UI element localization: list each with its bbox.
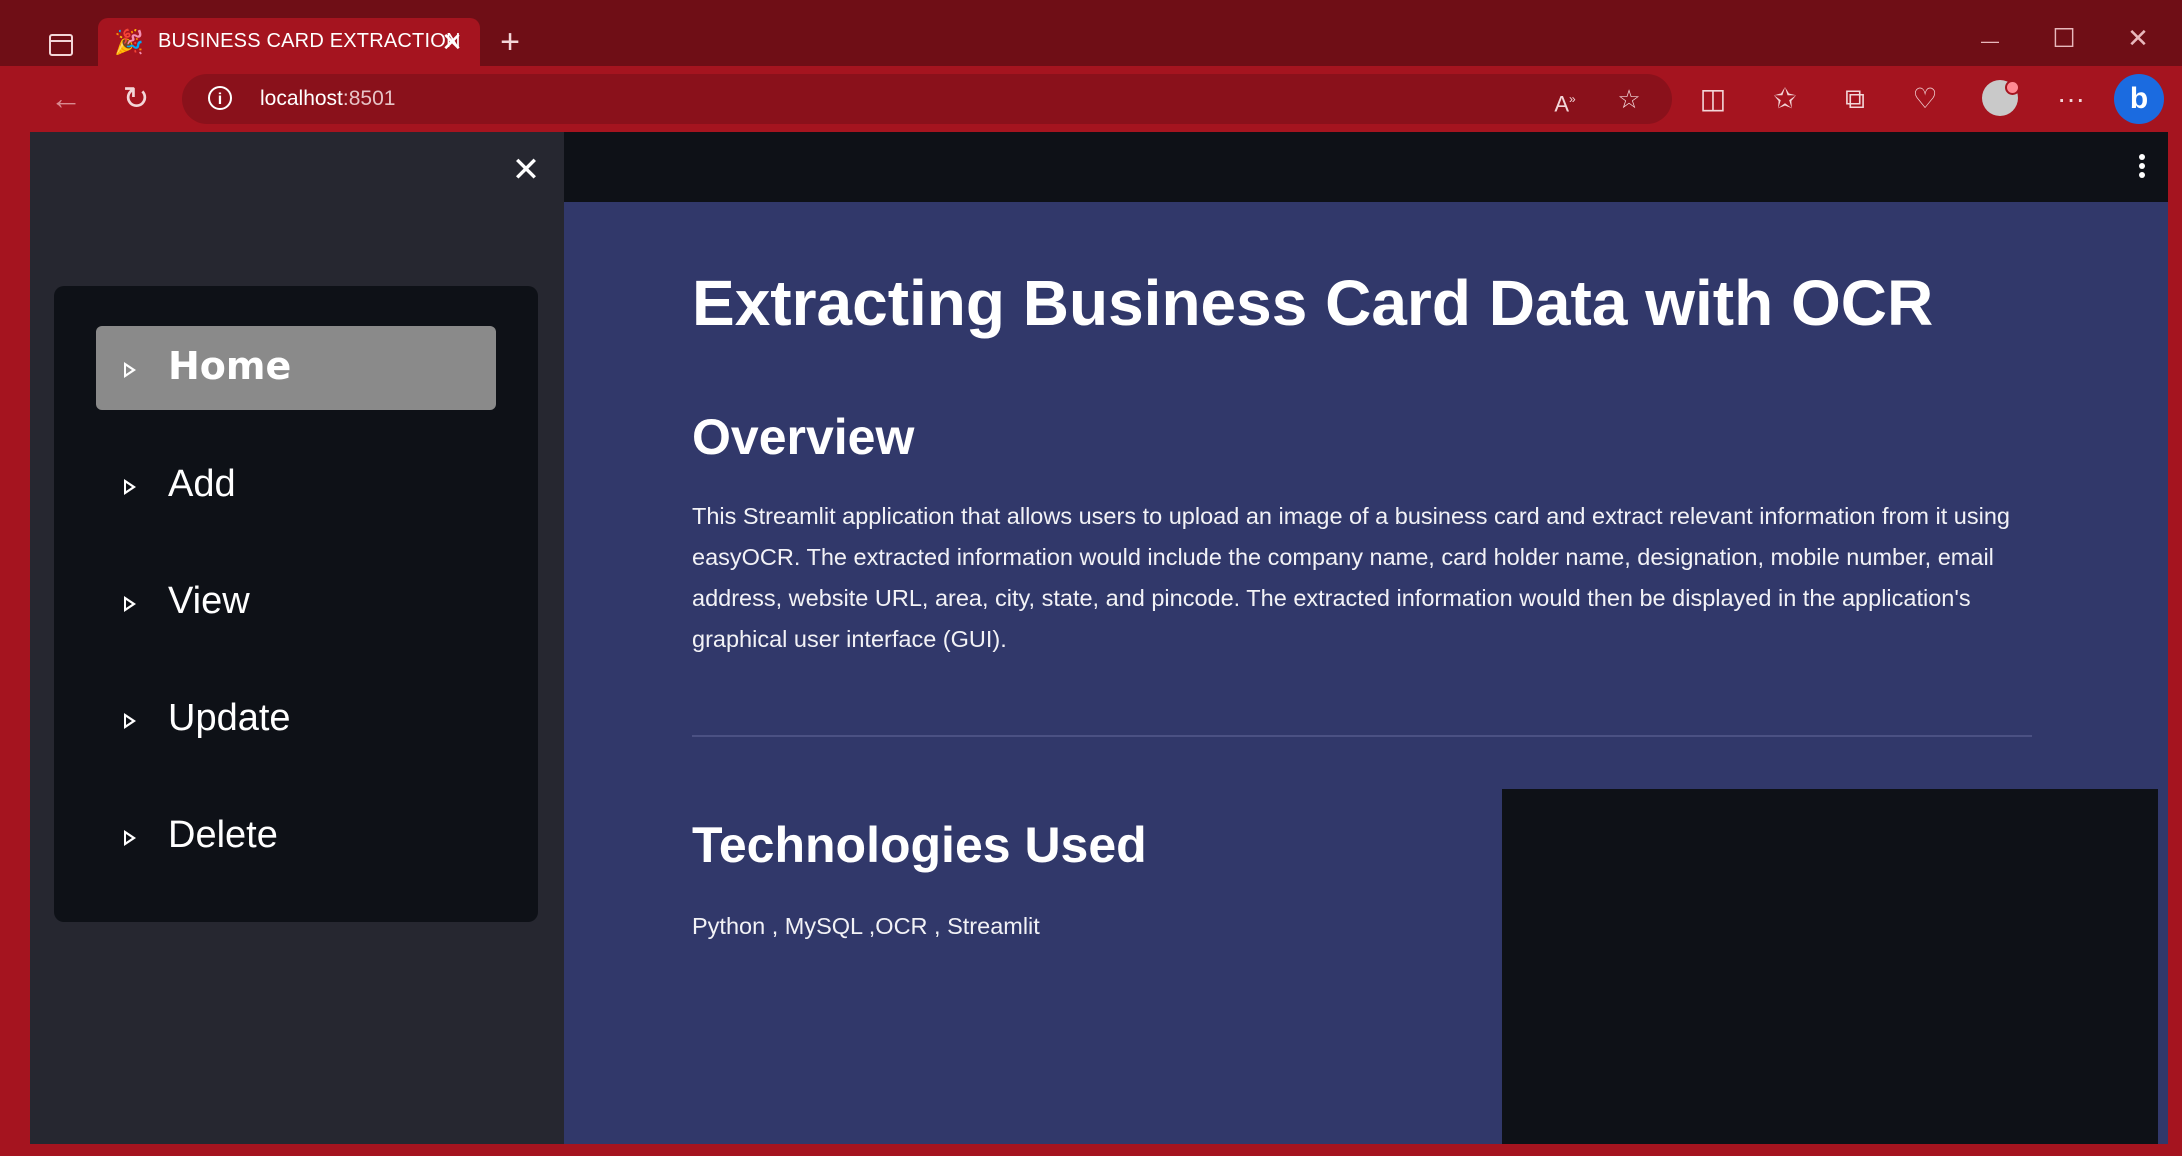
menu-item-add[interactable]: Add bbox=[96, 443, 496, 527]
notification-dot bbox=[2005, 80, 2020, 95]
favorite-star-icon[interactable]: ☆ bbox=[1610, 80, 1648, 118]
page-title: Extracting Business Card Data with OCR bbox=[692, 267, 1934, 339]
more-options-icon[interactable]: ··· bbox=[2048, 76, 2094, 122]
title-bar: 🎉 BUSINESS CARD EXTRACTION ✕ + — ☐ ✕ bbox=[0, 0, 2182, 66]
menu-item-label: Update bbox=[168, 697, 291, 739]
app-header bbox=[564, 132, 2168, 202]
browser-essentials-icon[interactable]: ♡ bbox=[1902, 76, 1948, 122]
play-icon bbox=[124, 479, 136, 495]
option-menu: Home Add View Update Delete bbox=[54, 286, 538, 922]
play-icon bbox=[124, 830, 136, 846]
maximize-button[interactable]: ☐ bbox=[2034, 18, 2094, 58]
split-screen-icon[interactable]: ◫ bbox=[1690, 76, 1736, 122]
sidebar: ✕ Home Add View Update Delete bbox=[30, 132, 564, 1144]
refresh-icon: ↻ bbox=[122, 80, 150, 116]
arrow-left-icon: ← bbox=[50, 80, 82, 116]
main-menu-button[interactable] bbox=[2130, 152, 2154, 184]
collections-icon[interactable]: ⧉ bbox=[1832, 76, 1878, 122]
menu-item-update[interactable]: Update bbox=[96, 677, 496, 761]
tab-favicon-icon: 🎉 bbox=[114, 29, 144, 56]
tab-actions-icon bbox=[49, 34, 73, 56]
minimize-button[interactable]: — bbox=[1960, 18, 2020, 58]
profile-avatar[interactable] bbox=[1982, 80, 2020, 116]
menu-item-view[interactable]: View bbox=[96, 560, 496, 644]
menu-item-label: Add bbox=[168, 463, 236, 505]
menu-item-label: Home bbox=[168, 344, 292, 388]
menu-item-label: Delete bbox=[168, 814, 278, 856]
tab-actions-button[interactable] bbox=[40, 26, 80, 62]
kebab-dot bbox=[2139, 163, 2145, 169]
browser-toolbar: ← ↻ i localhost:8501 A» ☆ ◫ ✩ ⧉ ♡ ··· b bbox=[0, 66, 2182, 132]
close-icon: ✕ bbox=[2127, 23, 2149, 53]
overview-text: This Streamlit application that allows u… bbox=[692, 503, 2010, 652]
minimize-icon: — bbox=[1981, 31, 1999, 51]
back-button[interactable]: ← bbox=[44, 76, 88, 120]
url-text[interactable]: localhost:8501 bbox=[260, 87, 395, 111]
play-icon bbox=[124, 362, 136, 378]
bing-copilot-icon[interactable]: b bbox=[2114, 74, 2164, 124]
play-icon bbox=[124, 596, 136, 612]
play-icon bbox=[124, 713, 136, 729]
browser-tab[interactable]: 🎉 BUSINESS CARD EXTRACTION ✕ bbox=[98, 18, 480, 66]
url-port: :8501 bbox=[342, 87, 396, 110]
kebab-dot bbox=[2139, 172, 2145, 178]
url-host: localhost bbox=[260, 87, 343, 110]
menu-item-label: View bbox=[168, 580, 250, 622]
favorites-icon[interactable]: ✩ bbox=[1762, 76, 1808, 122]
technologies-heading: Technologies Used bbox=[692, 817, 1147, 873]
page-viewport: ✕ Home Add View Update Delete Extracting… bbox=[30, 132, 2168, 1144]
technologies-text: Python , MySQL ,OCR , Streamlit bbox=[692, 913, 1040, 939]
close-window-button[interactable]: ✕ bbox=[2108, 18, 2168, 58]
kebab-dot bbox=[2139, 154, 2145, 160]
window-border bbox=[2168, 132, 2182, 1156]
browser-window: 🎉 BUSINESS CARD EXTRACTION ✕ + — ☐ ✕ ← ↻… bbox=[0, 0, 2182, 1156]
menu-item-home[interactable]: Home bbox=[96, 326, 496, 410]
new-tab-button[interactable]: + bbox=[490, 22, 530, 62]
sidebar-close-button[interactable]: ✕ bbox=[506, 150, 546, 190]
info-icon[interactable]: i bbox=[208, 86, 232, 110]
overview-heading: Overview bbox=[692, 409, 915, 465]
maximize-icon: ☐ bbox=[2052, 23, 2076, 53]
address-bar[interactable]: i localhost:8501 A» ☆ bbox=[182, 74, 1672, 124]
menu-item-delete[interactable]: Delete bbox=[96, 794, 496, 878]
tab-title: BUSINESS CARD EXTRACTION bbox=[158, 30, 461, 52]
tab-close-button[interactable]: ✕ bbox=[436, 26, 468, 58]
refresh-button[interactable]: ↻ bbox=[114, 76, 158, 120]
media-placeholder bbox=[1502, 789, 2158, 1144]
main-content: Extracting Business Card Data with OCR O… bbox=[564, 132, 2168, 1144]
read-aloud-icon[interactable]: A» bbox=[1546, 80, 1584, 118]
divider bbox=[692, 735, 2032, 737]
